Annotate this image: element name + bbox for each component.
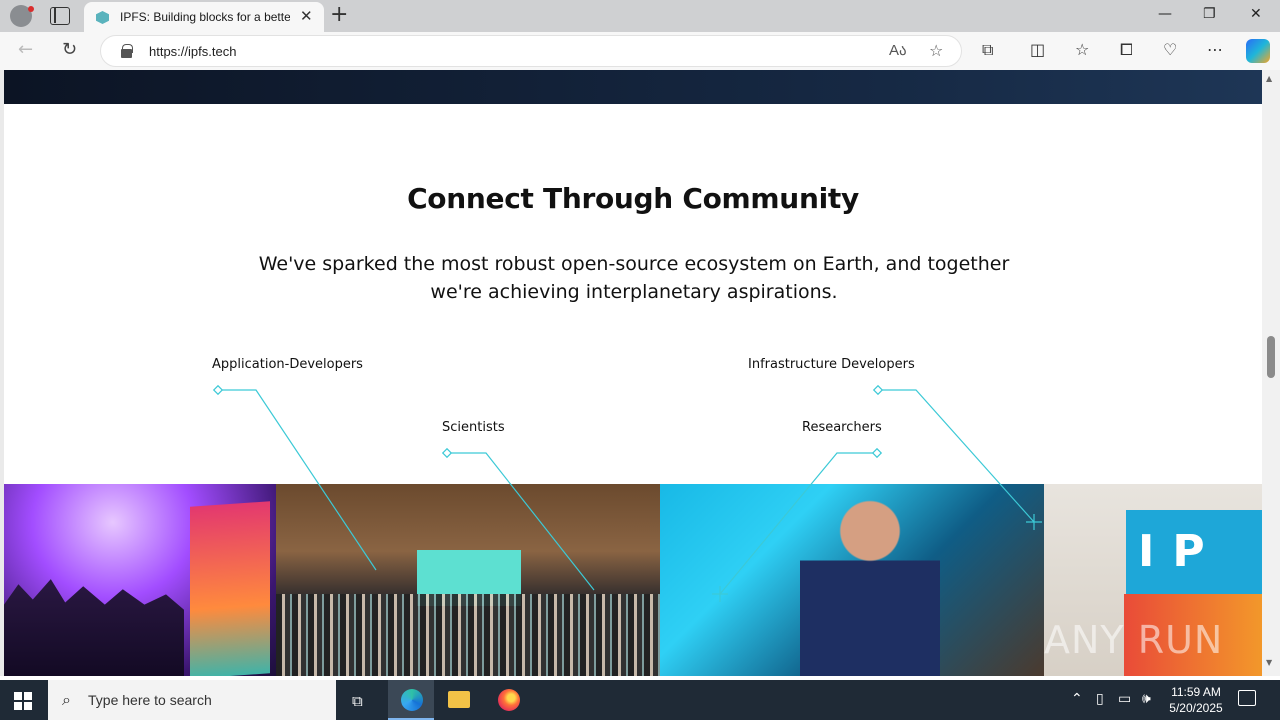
notification-icon[interactable] (1238, 690, 1256, 706)
address-bar[interactable]: https://ipfs.tech Aა ☆ (100, 35, 962, 67)
tab-close-icon[interactable]: ✕ (300, 7, 313, 25)
url-text[interactable]: https://ipfs.tech (149, 44, 236, 59)
group-crowd (276, 594, 660, 676)
photo-group-event (276, 484, 660, 676)
edge-icon (401, 689, 423, 711)
page-viewport: Connect Through Community We've sparked … (0, 70, 1262, 676)
speaker (800, 490, 940, 676)
firefox-icon (498, 689, 520, 711)
connector-infrastructure-developers-diamond (872, 384, 884, 396)
label-application-developers: Application-Developers (212, 357, 363, 372)
clock-date: 5/20/2025 (1169, 701, 1223, 715)
connector-application-developers-diamond (212, 384, 224, 396)
windows-taskbar: ⌕ Type here to search ⧉ ⌃ ▯ ▭ 🕪 11:59 AM… (0, 680, 1280, 720)
taskbar-edge[interactable] (388, 680, 434, 720)
new-tab-button[interactable]: + (330, 2, 348, 27)
photo-dome-registration (4, 484, 276, 676)
windows-start-icon[interactable] (14, 692, 32, 710)
anyrun-watermark: ANY RUN (1044, 618, 1224, 662)
scroll-thumb[interactable] (1267, 336, 1275, 378)
back-arrow-icon[interactable]: ← (18, 39, 33, 60)
close-window-button[interactable]: ✕ (1250, 6, 1262, 22)
registration-banner (190, 501, 270, 676)
taskbar-search[interactable]: ⌕ Type here to search (48, 680, 336, 720)
favorite-star-icon[interactable]: ☆ (929, 41, 943, 60)
tab-ipfs[interactable]: IPFS: Building blocks for a better web ✕ (84, 2, 324, 32)
refresh-icon[interactable]: ↻ (62, 39, 77, 60)
taskbar-clock[interactable]: 11:59 AM 5/20/2025 (1168, 684, 1224, 716)
notification-dot (28, 6, 34, 12)
tab-actions-icon[interactable] (50, 7, 70, 25)
photo-speaker (660, 484, 1044, 676)
scroll-down-icon[interactable]: ▼ (1266, 658, 1272, 667)
clock-time: 11:59 AM (1171, 685, 1221, 699)
read-aloud-icon[interactable]: Aა (889, 41, 907, 59)
maximize-button[interactable]: ❐ (1203, 6, 1216, 22)
connector-researchers-diamond (871, 447, 883, 459)
browser-essentials-icon[interactable]: ♡ (1163, 40, 1177, 59)
hero-section-bottom (4, 70, 1262, 104)
connector-scientists-diamond (441, 447, 453, 459)
folder-icon (448, 691, 470, 708)
section-subtext: We've sparked the most robust open-sourc… (258, 253, 1010, 303)
tab-title: IPFS: Building blocks for a better web (120, 10, 290, 24)
label-infrastructure-developers: Infrastructure Developers (748, 357, 915, 372)
tray-chevron-icon[interactable]: ⌃ (1071, 691, 1083, 707)
search-icon: ⌕ (62, 690, 71, 709)
taskbar-firefox[interactable] (486, 680, 532, 720)
minimize-button[interactable]: — (1158, 6, 1172, 22)
battery-icon[interactable]: ▯ (1096, 691, 1104, 707)
extensions-icon[interactable]: ⧉ (982, 40, 993, 60)
section-heading: Connect Through Community (407, 182, 859, 215)
browser-titlebar: IPFS: Building blocks for a better web ✕… (0, 0, 1280, 32)
taskbar-file-explorer[interactable] (436, 680, 482, 720)
task-view-icon: ⧉ (352, 692, 363, 710)
cube-letters: IP (1138, 526, 1223, 577)
favorites-icon[interactable]: ☆ (1075, 40, 1089, 59)
search-placeholder[interactable]: Type here to search (88, 692, 212, 708)
task-view-button[interactable]: ⧉ (338, 680, 384, 720)
browser-toolbar: ← ↻ https://ipfs.tech Aა ☆ ⧉ ◫ ☆ ⧠ ♡ ⋯ (0, 32, 1280, 70)
network-icon[interactable]: ▭ (1118, 691, 1131, 707)
collections-icon[interactable]: ⧠ (1120, 40, 1133, 60)
label-researchers: Researchers (802, 420, 882, 435)
split-screen-icon[interactable]: ◫ (1030, 40, 1045, 59)
label-scientists: Scientists (442, 420, 505, 435)
copilot-icon[interactable] (1246, 39, 1270, 63)
more-menu-icon[interactable]: ⋯ (1207, 40, 1223, 59)
lock-icon[interactable] (121, 44, 133, 58)
ipfs-favicon-icon (96, 11, 109, 24)
page-scrollbar[interactable]: ▲ ▼ (1262, 70, 1280, 676)
attendees (4, 579, 184, 676)
volume-icon[interactable]: 🕪 (1142, 691, 1151, 707)
scroll-up-icon[interactable]: ▲ (1266, 74, 1272, 83)
